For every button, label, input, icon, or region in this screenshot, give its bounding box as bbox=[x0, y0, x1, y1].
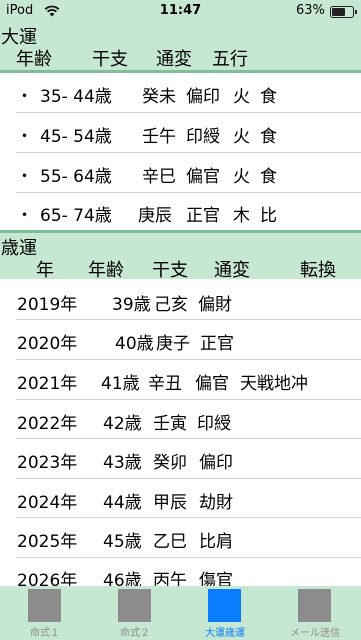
daiun-age: 35- 44歳 bbox=[40, 87, 112, 107]
saiun-year: 2023年 bbox=[17, 453, 78, 473]
saiun-tsuhen: 比肩 bbox=[199, 532, 233, 552]
daiun-tsuhen: 偏官 bbox=[186, 167, 220, 187]
saiun-tsuhen: 正官 bbox=[200, 334, 234, 354]
saiun-kanshi: 壬寅 bbox=[153, 414, 187, 434]
saiun-age: 44歳 bbox=[103, 493, 142, 513]
saiun-row[interactable]: 2026年 46歳 丙午 傷官 bbox=[0, 558, 361, 586]
saiun-year: 2020年 bbox=[17, 334, 78, 354]
row-bullet: ・ bbox=[16, 87, 33, 107]
tab-placeholder-icon bbox=[298, 589, 331, 622]
saiun-kanshi: 辛丑 bbox=[148, 374, 182, 394]
row-bullet: ・ bbox=[16, 206, 33, 226]
tab-label: メール送信 bbox=[290, 628, 340, 639]
daiun-element: 木 bbox=[233, 206, 250, 226]
saiun-year: 2024年 bbox=[17, 493, 78, 513]
saiun-tenkan: 天戦地冲 bbox=[240, 374, 308, 394]
daiun-tsuhen: 偏印 bbox=[186, 87, 220, 107]
saiun-tsuhen: 偏官 bbox=[195, 374, 229, 394]
saiun-row[interactable]: 2023年 43歳 癸卯 偏印 bbox=[0, 439, 361, 479]
status-bar: iPod 11:47 63% bbox=[0, 0, 361, 22]
daiun-col-gogyo: 五行 bbox=[212, 49, 248, 70]
saiun-tsuhen: 劫財 bbox=[199, 493, 233, 513]
row-bullet: ・ bbox=[16, 167, 33, 187]
saiun-year: 2021年 bbox=[17, 374, 78, 394]
saiun-age: 42歳 bbox=[103, 414, 142, 434]
tab-bar: 命式１ 命式２ 大運歳運 メール送信 bbox=[0, 586, 361, 640]
saiun-kanshi: 庚子 bbox=[156, 334, 190, 354]
saiun-year: 2026年 bbox=[17, 571, 78, 586]
saiun-title: 歳運 bbox=[1, 238, 37, 259]
daiun-row[interactable]: ・ 65- 74歳 庚辰 正官 木 比 bbox=[0, 193, 361, 230]
daiun-kanshi: 壬午 bbox=[142, 127, 176, 147]
saiun-col-tsuhen: 通変 bbox=[214, 260, 250, 281]
daiun-age: 45- 54歳 bbox=[40, 127, 112, 147]
daiun-element: 火 bbox=[233, 127, 250, 147]
daiun-element-2: 食 bbox=[260, 127, 277, 147]
saiun-tsuhen: 傷官 bbox=[199, 571, 233, 586]
saiun-col-tenkan: 転換 bbox=[300, 260, 336, 281]
daiun-element-2: 食 bbox=[260, 87, 277, 107]
daiun-col-age: 年齢 bbox=[16, 49, 52, 70]
saiun-row[interactable]: 2021年 41歳 辛丑 偏官 天戦地冲 bbox=[0, 360, 361, 400]
daiun-kanshi: 庚辰 bbox=[138, 206, 172, 226]
battery-icon bbox=[330, 6, 357, 18]
battery-level bbox=[332, 8, 345, 16]
saiun-kanshi: 己亥 bbox=[154, 295, 188, 315]
daiun-age: 65- 74歳 bbox=[40, 206, 112, 226]
tab-meishiki-2[interactable]: 命式２ bbox=[90, 586, 180, 640]
saiun-row[interactable]: 2019年 39歳 己亥 偏財 bbox=[0, 281, 361, 320]
saiun-kanshi: 乙巳 bbox=[153, 532, 187, 552]
daiun-kanshi: 辛巳 bbox=[142, 167, 176, 187]
tab-daiun-saiun[interactable]: 大運歳運 bbox=[180, 586, 270, 640]
saiun-year: 2025年 bbox=[17, 532, 78, 552]
saiun-col-age: 年齢 bbox=[88, 260, 124, 281]
saiun-row[interactable]: 2025年 45歳 乙巳 比肩 bbox=[0, 518, 361, 558]
battery-percent: 63% bbox=[296, 3, 325, 18]
tab-label: 命式１ bbox=[30, 628, 60, 639]
daiun-row[interactable]: ・ 55- 64歳 辛巳 偏官 火 食 bbox=[0, 153, 361, 193]
daiun-element: 火 bbox=[233, 87, 250, 107]
daiun-row[interactable]: ・ 35- 44歳 癸未 偏印 火 食 bbox=[0, 73, 361, 113]
daiun-kanshi: 癸未 bbox=[142, 87, 176, 107]
saiun-kanshi: 丙午 bbox=[153, 571, 187, 586]
tab-label: 大運歳運 bbox=[205, 628, 245, 639]
saiun-col-kanshi: 干支 bbox=[152, 260, 188, 281]
saiun-age: 46歳 bbox=[103, 571, 142, 586]
saiun-tsuhen: 印綬 bbox=[197, 414, 231, 434]
saiun-age: 39歳 bbox=[112, 295, 151, 315]
daiun-element-2: 食 bbox=[260, 167, 277, 187]
saiun-age: 41歳 bbox=[101, 374, 140, 394]
saiun-row[interactable]: 2020年 40歳 庚子 正官 bbox=[0, 320, 361, 360]
tab-meishiki-1[interactable]: 命式１ bbox=[0, 586, 90, 640]
saiun-row[interactable]: 2022年 42歳 壬寅 印綬 bbox=[0, 400, 361, 439]
saiun-age: 45歳 bbox=[103, 532, 142, 552]
daiun-row[interactable]: ・ 45- 54歳 壬午 印綬 火 食 bbox=[0, 113, 361, 153]
saiun-header: 歳運 年 年齢 干支 通変 転換 bbox=[0, 233, 361, 281]
daiun-element-2: 比 bbox=[260, 206, 277, 226]
daiun-age: 55- 64歳 bbox=[40, 167, 112, 187]
saiun-age: 43歳 bbox=[103, 453, 142, 473]
row-bullet: ・ bbox=[16, 127, 33, 147]
daiun-col-kanshi: 干支 bbox=[92, 49, 128, 70]
daiun-element: 火 bbox=[233, 167, 250, 187]
daiun-tsuhen: 正官 bbox=[186, 206, 220, 226]
saiun-year: 2022年 bbox=[17, 414, 78, 434]
saiun-row[interactable]: 2024年 44歳 甲辰 劫財 bbox=[0, 479, 361, 518]
tab-placeholder-icon bbox=[118, 589, 151, 622]
daiun-col-tsuhen: 通変 bbox=[156, 49, 192, 70]
saiun-col-year: 年 bbox=[36, 260, 54, 281]
saiun-tsuhen: 偏財 bbox=[198, 295, 232, 315]
saiun-age: 40歳 bbox=[115, 334, 154, 354]
saiun-year: 2019年 bbox=[17, 295, 78, 315]
saiun-kanshi: 甲辰 bbox=[153, 493, 187, 513]
tab-placeholder-icon bbox=[28, 589, 61, 622]
tab-label: 命式２ bbox=[120, 628, 150, 639]
daiun-tsuhen: 印綬 bbox=[186, 127, 220, 147]
tab-mail[interactable]: メール送信 bbox=[270, 586, 360, 640]
daiun-header: 大運 年齢 干支 通変 五行 bbox=[0, 22, 361, 70]
saiun-kanshi: 癸卯 bbox=[153, 453, 187, 473]
tab-placeholder-icon bbox=[208, 589, 241, 622]
saiun-tsuhen: 偏印 bbox=[199, 453, 233, 473]
